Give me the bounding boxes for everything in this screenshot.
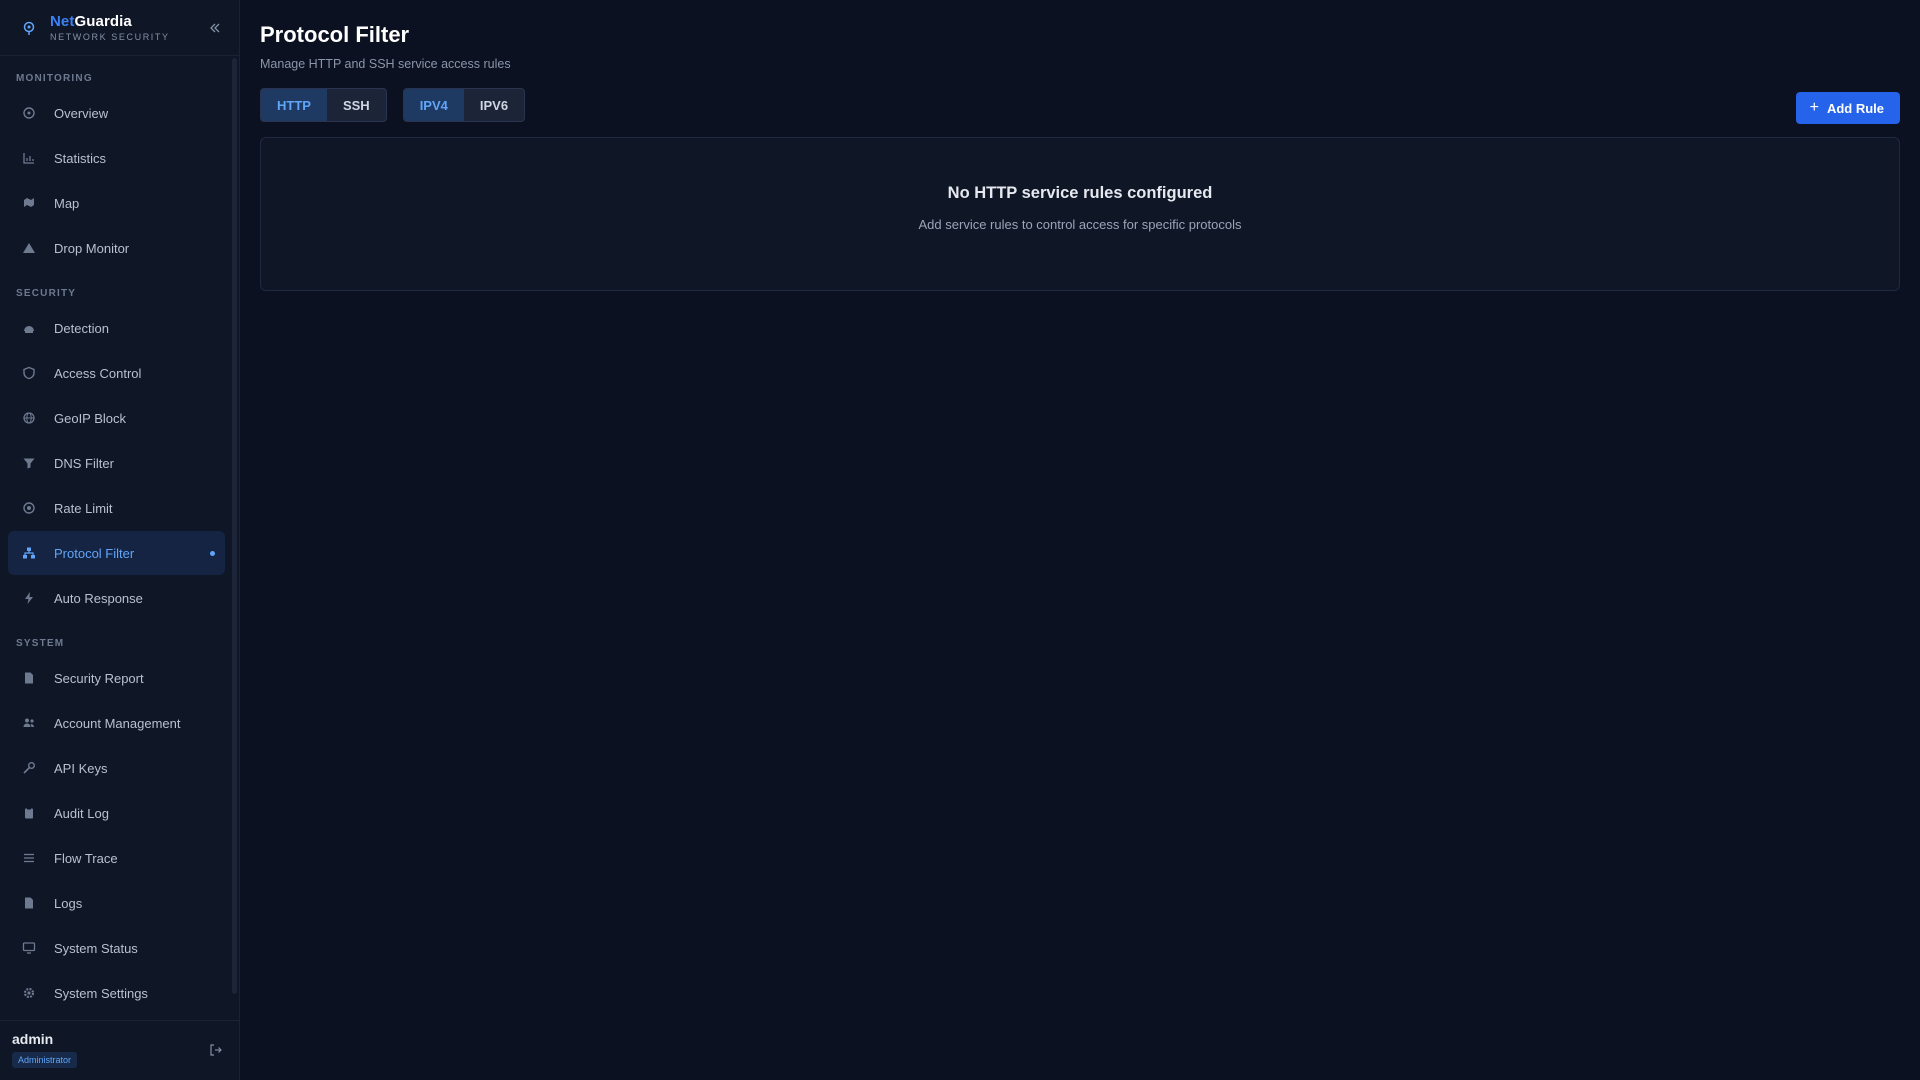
brand-name-accent: Net: [50, 12, 75, 30]
sidebar-nav: MONITORING Overview Statistics Map Drop Moni…: [0, 56, 239, 1020]
sidebar-item-label: System Status: [54, 940, 138, 956]
sidebar-item-label: DNS Filter: [54, 455, 114, 471]
monitor-icon: [22, 941, 36, 955]
document-icon: [22, 671, 36, 685]
gauge-icon: [22, 501, 36, 515]
brand-name: NetGuardia: [50, 14, 170, 29]
empty-state-subtitle: Add service rules to control access for …: [918, 217, 1242, 232]
sidebar-item-rate-limit[interactable]: Rate Limit: [8, 486, 225, 530]
sidebar-item-label: Logs: [54, 895, 83, 911]
plus-icon: +: [1809, 99, 1819, 116]
sidebar-item-account-management[interactable]: Account Management: [8, 701, 225, 745]
filter-icon: [22, 456, 36, 470]
tab-http[interactable]: HTTP: [261, 89, 327, 121]
globe-icon: [22, 411, 36, 425]
logout-icon: [210, 1044, 222, 1056]
bolt-icon: [22, 591, 36, 605]
sidebar-item-system-settings[interactable]: System Settings: [8, 971, 225, 1015]
sidebar-item-statistics[interactable]: Statistics: [8, 136, 225, 180]
brand-header: NetGuardia NETWORK SECURITY: [0, 0, 239, 56]
clipboard-icon: [22, 806, 36, 820]
sidebar: NetGuardia NETWORK SECURITY MONITORING Ov…: [0, 0, 240, 1080]
sidebar-item-label: Account Management: [54, 715, 181, 731]
sidebar-item-auto-response[interactable]: Auto Response: [8, 576, 225, 620]
map-icon: [22, 196, 36, 210]
dashboard-icon: [22, 106, 36, 120]
radar-icon: [22, 321, 36, 335]
sidebar-item-security-report[interactable]: Security Report: [8, 656, 225, 700]
filter-controls: HTTP SSH IPV4 IPV6: [260, 88, 1900, 122]
sidebar-item-overview[interactable]: Overview: [8, 91, 225, 135]
collapse-sidebar-button[interactable]: [207, 20, 223, 36]
tab-ssh[interactable]: SSH: [327, 89, 386, 121]
sidebar-item-geoip-block[interactable]: GeoIP Block: [8, 396, 225, 440]
users-icon: [22, 716, 36, 730]
shield-icon: [22, 366, 36, 380]
role-badge: Administrator: [12, 1052, 78, 1068]
protocol-toggle: HTTP SSH: [260, 88, 387, 122]
tab-ipv4[interactable]: IPV4: [403, 89, 464, 121]
sidebar-item-label: Audit Log: [54, 805, 109, 821]
sidebar-item-label: Flow Trace: [54, 850, 118, 866]
page-title: Protocol Filter: [260, 22, 410, 47]
gear-icon: [22, 986, 36, 1000]
page-subtitle: Manage HTTP and SSH service access rules: [260, 57, 511, 71]
sidebar-item-detection[interactable]: Detection: [8, 306, 225, 350]
sidebar-item-system-status[interactable]: System Status: [8, 926, 225, 970]
logo-icon: [20, 19, 38, 37]
section-label-monitoring: MONITORING: [16, 73, 93, 84]
list-icon: [22, 851, 36, 865]
sidebar-item-label: Statistics: [54, 150, 107, 166]
sidebar-item-label: Access Control: [54, 365, 142, 381]
chevrons-left-icon: [210, 23, 220, 33]
logout-button[interactable]: [209, 1043, 223, 1057]
section-label-system: SYSTEM: [16, 638, 65, 649]
warning-icon: [22, 241, 36, 255]
sidebar-item-label: API Keys: [54, 760, 108, 776]
app-root: NetGuardia NETWORK SECURITY MONITORING Ov…: [0, 0, 1920, 1080]
sidebar-item-label: GeoIP Block: [54, 410, 127, 426]
sidebar-item-label: Rate Limit: [54, 500, 113, 516]
section-label-security: SECURITY: [16, 288, 77, 299]
sidebar-item-label: Drop Monitor: [54, 240, 130, 256]
sidebar-item-logs[interactable]: Logs: [8, 881, 225, 925]
tab-ipv6[interactable]: IPV6: [464, 89, 524, 121]
sidebar-scrollbar-thumb[interactable]: [232, 58, 237, 994]
sidebar-item-label: Protocol Filter: [54, 545, 135, 561]
sidebar-item-dns-filter[interactable]: DNS Filter: [8, 441, 225, 485]
user-panel: admin Administrator: [0, 1020, 239, 1080]
sidebar-item-api-keys[interactable]: API Keys: [8, 746, 225, 790]
add-rule-label: Add Rule: [1826, 100, 1884, 116]
network-icon: [22, 546, 36, 560]
chart-icon: [22, 151, 36, 165]
sidebar-item-label: Map: [54, 195, 80, 211]
brand-name-rest: Guardia: [74, 12, 132, 30]
sidebar-item-drop-monitor[interactable]: Drop Monitor: [8, 226, 225, 270]
empty-state-card: No HTTP service rules configured Add ser…: [260, 137, 1900, 291]
sidebar-item-label: Security Report: [54, 670, 144, 686]
main-content: Protocol Filter Manage HTTP and SSH serv…: [240, 0, 1920, 1080]
sidebar-item-access-control[interactable]: Access Control: [8, 351, 225, 395]
empty-state-title: No HTTP service rules configured: [947, 184, 1213, 202]
add-rule-button[interactable]: + Add Rule: [1795, 92, 1900, 124]
sidebar-item-protocol-filter[interactable]: Protocol Filter: [8, 531, 225, 575]
sidebar-item-label: Detection: [54, 320, 109, 336]
sidebar-item-label: System Settings: [54, 985, 148, 1001]
ip-version-toggle: IPV4 IPV6: [402, 88, 526, 122]
active-indicator-dot: [210, 551, 215, 556]
sidebar-item-map[interactable]: Map: [8, 181, 225, 225]
sidebar-item-label: Overview: [54, 105, 109, 121]
sidebar-item-label: Auto Response: [54, 590, 143, 606]
brand-subtitle: NETWORK SECURITY: [50, 31, 170, 42]
sidebar-scrollbar[interactable]: [232, 56, 237, 996]
user-name: admin: [12, 1031, 54, 1047]
sidebar-item-audit-log[interactable]: Audit Log: [8, 791, 225, 835]
key-icon: [22, 761, 36, 775]
file-icon: [22, 896, 36, 910]
sidebar-item-flow-trace[interactable]: Flow Trace: [8, 836, 225, 880]
